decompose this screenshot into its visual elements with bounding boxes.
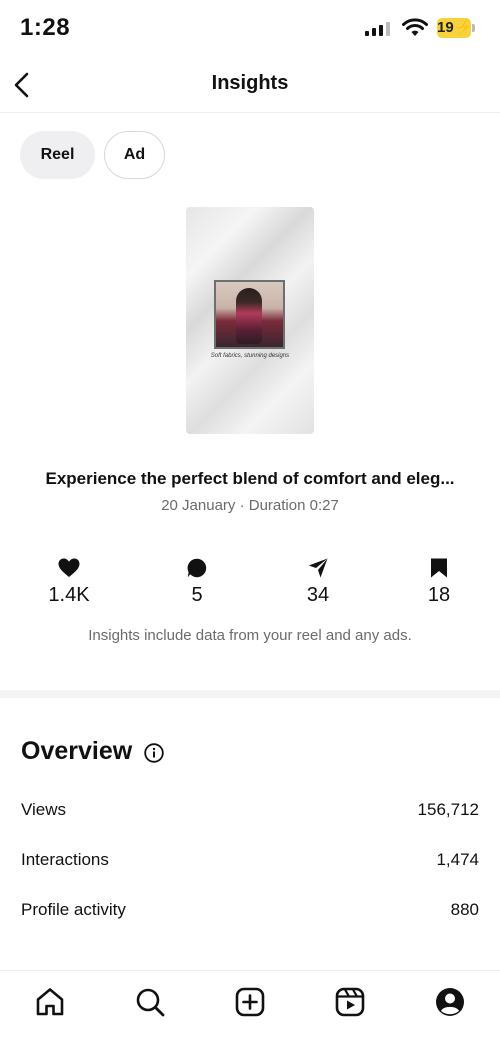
overview-row-interactions[interactable]: Interactions 1,474 [21,850,479,874]
header-divider [0,112,500,113]
row-value: 1,474 [436,850,479,869]
stat-saves: 18 [399,558,479,607]
row-value: 156,712 [417,800,479,819]
cellular-signal-icon [365,22,390,36]
reel-meta: 20 January · Duration 0:27 [161,497,339,514]
share-icon [308,558,328,578]
stat-likes: 1.4K [29,558,109,607]
row-label: Interactions [21,850,109,869]
comment-icon [187,558,207,578]
info-icon[interactable] [144,743,164,763]
shares-count: 34 [306,584,330,606]
likes-count: 1.4K [48,584,90,606]
section-divider [0,690,500,698]
saves-count: 18 [427,584,451,606]
status-time: 1:28 [20,14,71,41]
tab-reel[interactable]: Reel [20,131,95,179]
thumbnail-photo [214,280,285,349]
tab-ad[interactable]: Ad [104,131,165,179]
reels-icon[interactable] [334,986,366,1018]
reel-title: Experience the perfect blend of comfort … [45,469,455,488]
insights-note: Insights include data from your reel and… [88,627,412,644]
home-icon[interactable] [34,986,66,1018]
battery-cap [472,24,475,32]
row-label: Profile activity [21,900,126,919]
search-icon[interactable] [134,986,166,1018]
charging-bolt-icon: ⚡ [453,19,473,36]
overview-row-profile-activity[interactable]: Profile activity 880 [21,900,479,924]
row-value: 880 [450,900,479,919]
overview-row-views[interactable]: Views 156,712 [21,800,479,824]
bookmark-icon [431,558,447,578]
wifi-icon [402,18,428,36]
reel-thumbnail[interactable]: Soft fabrics, stunning designs [186,207,314,434]
overview-title: Overview [21,737,133,765]
row-label: Views [21,800,67,819]
battery-indicator: 19⚡ [437,18,473,38]
profile-icon[interactable] [434,986,466,1018]
page-title: Insights [211,72,289,94]
stat-shares: 34 [278,558,358,607]
thumbnail-figure [236,288,262,344]
thumbnail-caption: Soft fabrics, stunning designs [210,353,290,359]
create-icon[interactable] [234,986,266,1018]
nav-divider [0,970,500,971]
comments-count: 5 [191,584,203,606]
battery-level: 19 [437,19,454,36]
stat-comments: 5 [157,558,237,607]
heart-icon [58,558,80,577]
